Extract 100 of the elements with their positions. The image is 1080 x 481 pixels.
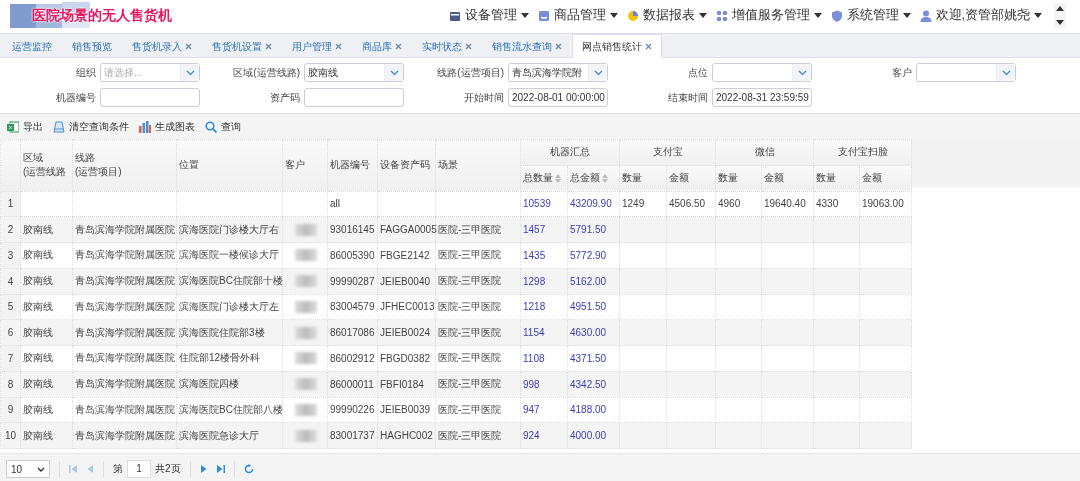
next-page-icon[interactable] bbox=[199, 464, 207, 474]
menu-item[interactable]: 欢迎,资管部姚尧 bbox=[919, 7, 1042, 24]
close-icon[interactable] bbox=[185, 43, 192, 50]
menu-item[interactable]: 增值服务管理 bbox=[715, 7, 822, 24]
input-field[interactable]: 2022-08-31 23:59:59 bbox=[712, 88, 812, 107]
tab[interactable]: 用户管理 bbox=[282, 35, 352, 57]
previous-page-icon[interactable] bbox=[87, 464, 94, 474]
caret-icon bbox=[698, 13, 707, 18]
select-field[interactable] bbox=[712, 63, 812, 82]
table-cell: 医院-三甲医院 bbox=[438, 326, 502, 338]
table-link[interactable]: 947 bbox=[523, 404, 540, 416]
close-icon[interactable] bbox=[335, 43, 342, 50]
page-label: 第 bbox=[113, 462, 123, 476]
close-icon[interactable] bbox=[555, 43, 562, 50]
table-link[interactable]: 998 bbox=[523, 378, 540, 390]
select-field[interactable]: 胶南线 bbox=[304, 63, 404, 82]
table-cell: 99990287 bbox=[330, 275, 375, 287]
table-cell: 滨海医院BC住院部十楼 bbox=[179, 275, 283, 287]
table-link[interactable]: 924 bbox=[523, 430, 540, 442]
refresh-icon[interactable] bbox=[243, 464, 254, 474]
table-cell: 19063.00 bbox=[862, 198, 904, 210]
close-icon[interactable] bbox=[265, 43, 272, 50]
tab[interactable]: 销售预览 bbox=[62, 35, 122, 57]
column-header: 位置 bbox=[176, 139, 283, 191]
scroll-up-icon[interactable] bbox=[1056, 6, 1064, 11]
table-cell: 滨海医院一楼候诊大厅 bbox=[179, 249, 279, 261]
table-cell: 滨海医院四楼 bbox=[179, 378, 239, 390]
column-header: 设备资产码 bbox=[377, 139, 436, 191]
table-cell: JEIEB0040 bbox=[380, 275, 431, 287]
select-field[interactable]: 青岛滨海学院附 bbox=[508, 63, 608, 82]
table-cell: 99990226 bbox=[330, 404, 375, 416]
row-number: 4 bbox=[7, 275, 14, 287]
close-icon[interactable] bbox=[465, 43, 472, 50]
menu-item[interactable]: 商品管理 bbox=[537, 7, 618, 24]
chevron-down-icon bbox=[1001, 69, 1011, 76]
tab[interactable]: 网点销售统计 bbox=[572, 34, 662, 58]
input-field[interactable] bbox=[100, 88, 200, 107]
menu-item[interactable]: 设备管理 bbox=[448, 7, 529, 24]
table-cell: 4330 bbox=[816, 198, 839, 210]
menu-item[interactable]: 系统管理 bbox=[830, 7, 911, 24]
column-header: 金额 bbox=[669, 172, 689, 184]
scroll-down-icon[interactable] bbox=[1056, 20, 1064, 25]
table-cell: 胶南线 bbox=[23, 223, 53, 235]
chevron-down-icon bbox=[593, 69, 603, 76]
table-cell: 93016145 bbox=[330, 224, 375, 236]
table-cell: 医院-三甲医院 bbox=[438, 300, 502, 312]
column-header: 区域 (运营线路 bbox=[20, 139, 73, 191]
column-group-header: 机器汇总 bbox=[520, 139, 620, 166]
table-cell: JFHEC0013 bbox=[380, 301, 435, 313]
row-number: 2 bbox=[7, 224, 14, 236]
table-cell: 4960 bbox=[718, 198, 741, 210]
chevron-down-icon bbox=[185, 69, 195, 76]
page-size-select[interactable]: 10 bbox=[6, 460, 50, 478]
table-cell: 医院-三甲医院 bbox=[438, 223, 502, 235]
column-header: 数量 bbox=[718, 172, 738, 184]
toolbar-button[interactable]: 生成图表 bbox=[139, 119, 195, 134]
table-cell: 滨海医院住院部3楼 bbox=[179, 326, 265, 338]
close-icon[interactable] bbox=[395, 43, 402, 50]
table-cell: 胶南线 bbox=[23, 326, 53, 338]
table-cell: JEIEB0024 bbox=[380, 327, 431, 339]
table-cell: 胶南线 bbox=[23, 429, 53, 441]
field-label: 开始时间 bbox=[463, 90, 504, 105]
table-cell: 青岛滨海学院附属医院 bbox=[75, 352, 175, 364]
toolbar-button[interactable]: 导出 bbox=[7, 119, 43, 134]
page-count: 共2页 bbox=[155, 462, 181, 476]
input-field[interactable]: 2022-08-01 00:00:00 bbox=[508, 88, 608, 107]
first-page-icon[interactable] bbox=[69, 464, 78, 474]
user-icon bbox=[919, 9, 932, 22]
close-icon[interactable] bbox=[645, 43, 652, 50]
tab[interactable]: 运营监控 bbox=[2, 35, 62, 57]
column-header: 数量 bbox=[622, 172, 642, 184]
table-cell: 滨海医院门诊楼大厅左 bbox=[179, 300, 279, 312]
tab[interactable]: 售货机录入 bbox=[122, 35, 202, 57]
toolbar-button[interactable]: 查询 bbox=[205, 119, 241, 134]
table-cell: FAGGA0005 bbox=[380, 224, 437, 236]
field-label: 结束时间 bbox=[667, 90, 708, 105]
page-input[interactable]: 1 bbox=[127, 460, 151, 478]
table-cell: 胶南线 bbox=[23, 300, 53, 312]
caret-icon bbox=[1034, 13, 1042, 18]
toolbar-button[interactable]: 清空查询条件 bbox=[53, 119, 129, 134]
field-label: 线路(运营项目) bbox=[436, 65, 504, 80]
chevron-down-icon bbox=[389, 69, 399, 76]
table-cell: 医院-三甲医院 bbox=[438, 352, 502, 364]
table-cell: 青岛滨海学院附属医院 bbox=[75, 275, 175, 287]
table-cell: 青岛滨海学院附属医院 bbox=[75, 378, 175, 390]
table-cell: 86005390 bbox=[330, 249, 375, 261]
table-cell: 医院-三甲医院 bbox=[438, 429, 502, 441]
tab[interactable]: 售货机设置 bbox=[202, 35, 282, 57]
tab[interactable]: 销售流水查询 bbox=[482, 35, 572, 57]
input-field[interactable] bbox=[304, 88, 404, 107]
row-number: 6 bbox=[7, 327, 14, 339]
table-cell: 4506.50 bbox=[669, 198, 706, 210]
tab[interactable]: 实时状态 bbox=[412, 35, 482, 57]
table-cell: all bbox=[330, 198, 340, 210]
row-number: 7 bbox=[7, 352, 14, 364]
menu-item[interactable]: 数据报表 bbox=[626, 7, 707, 24]
select-field[interactable] bbox=[916, 63, 1016, 82]
bar-chart-icon bbox=[139, 120, 151, 133]
last-page-icon[interactable] bbox=[215, 464, 225, 474]
tab[interactable]: 商品库 bbox=[352, 35, 412, 57]
